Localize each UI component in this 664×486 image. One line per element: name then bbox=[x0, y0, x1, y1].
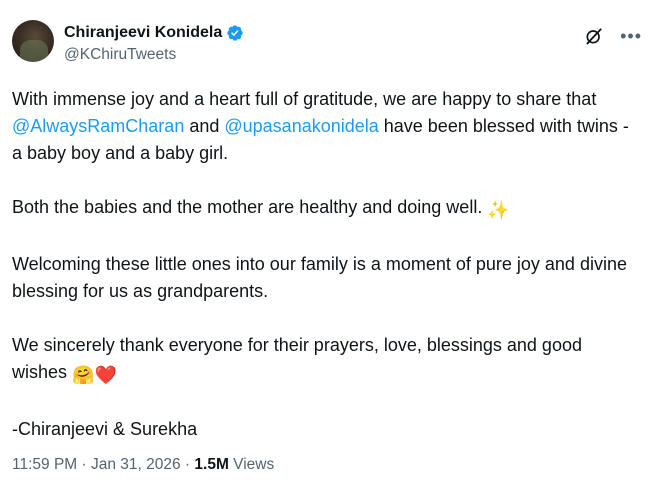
tweet-time[interactable]: 11:59 PM bbox=[12, 456, 77, 473]
display-name[interactable]: Chiranjeevi Konidela bbox=[64, 24, 222, 42]
author-handle[interactable]: @KChiruTweets bbox=[64, 46, 244, 64]
paragraph-1: With immense joy and a heart full of gra… bbox=[12, 86, 640, 167]
views-label: Views bbox=[228, 456, 275, 473]
sparkles-emoji: ✨ bbox=[487, 200, 510, 220]
tweet-card: Chiranjeevi Konidela @KChiruTweets ••• W… bbox=[0, 0, 664, 486]
paragraph-3: Welcoming these little ones into our fam… bbox=[12, 254, 627, 301]
tweet-date[interactable]: Jan 31, 2026 bbox=[91, 456, 181, 473]
text-segment: Both the babies and the mother are healt… bbox=[12, 197, 488, 217]
text-segment: and bbox=[184, 116, 225, 136]
more-icon[interactable]: ••• bbox=[620, 27, 642, 45]
grok-icon[interactable] bbox=[584, 26, 604, 46]
tweet-header: Chiranjeevi Konidela @KChiruTweets bbox=[12, 20, 664, 68]
paragraph-2: Both the babies and the mother are healt… bbox=[12, 194, 640, 224]
display-name-row: Chiranjeevi Konidela bbox=[64, 22, 244, 44]
paragraph-4: We sincerely thank everyone for their pr… bbox=[12, 332, 640, 389]
verified-badge-icon[interactable] bbox=[226, 24, 244, 42]
text-segment: With immense joy and a heart full of gra… bbox=[12, 89, 597, 109]
views-count: 1.5M bbox=[194, 456, 229, 473]
mention-link[interactable]: @upasanakonidela bbox=[224, 116, 378, 136]
meta-separator: · bbox=[180, 456, 195, 473]
tweet-meta: 11:59 PM · Jan 31, 2026 · 1.5M Views bbox=[12, 456, 274, 474]
hug-heart-emoji: 🤗❤️ bbox=[72, 365, 117, 385]
mention-link[interactable]: @AlwaysRamCharan bbox=[12, 116, 184, 136]
tweet-text: With immense joy and a heart full of gra… bbox=[12, 86, 664, 443]
meta-separator: · bbox=[77, 456, 91, 473]
signature: -Chiranjeevi & Surekha bbox=[12, 419, 198, 439]
tweet-actions-top: ••• bbox=[584, 26, 642, 46]
author-names: Chiranjeevi Konidela @KChiruTweets bbox=[64, 20, 244, 64]
avatar[interactable] bbox=[12, 20, 54, 62]
